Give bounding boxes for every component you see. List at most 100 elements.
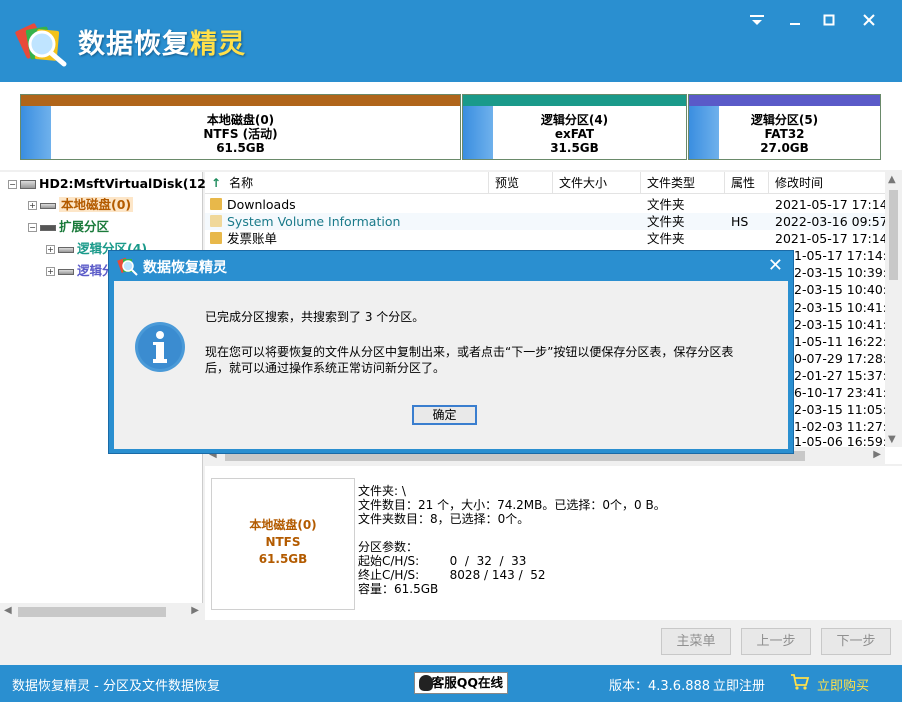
partition-logical-4[interactable]: 逻辑分区(4) exFAT 31.5GB <box>462 94 687 160</box>
menu-icon <box>750 15 764 25</box>
partition-text: 逻辑分区(4) exFAT 31.5GB <box>463 113 686 155</box>
scrollbar-thumb[interactable] <box>18 607 166 617</box>
file-list-header: ↑ 名称 预览 文件大小 文件类型 属性 修改时间 <box>205 172 885 194</box>
tree-horizontal-scrollbar[interactable]: ◀ ▶ <box>0 603 203 620</box>
info-capacity: 容量：61.5GB <box>358 582 439 596</box>
qq-support-button[interactable]: 客服QQ在线 <box>414 672 508 694</box>
info-panel: 本地磁盘(0) NTFS 61.5GB 文件夹: \ 文件数目：21 个，大小：… <box>205 466 902 620</box>
file-name: 发票账单 <box>227 231 278 246</box>
file-time: 2-03-15 10:40: <box>794 282 887 297</box>
dialog-message-line1: 已完成分区搜索，共搜索到了 3 个分区。 <box>205 310 425 324</box>
app-title-part2: 精灵 <box>190 29 246 60</box>
column-header-time[interactable]: 修改时间 <box>769 172 885 194</box>
partition-bar: 本地磁盘(0) NTFS (活动) 61.5GB 逻辑分区(4) exFAT 3… <box>0 82 902 170</box>
column-header-preview[interactable]: 预览 <box>489 172 553 194</box>
maximize-button[interactable] <box>818 10 840 32</box>
partition-fs: exFAT <box>554 127 595 141</box>
app-description: 数据恢复精灵 - 分区及文件数据恢复 <box>12 679 220 694</box>
dialog-title: 数据恢复精灵 <box>143 260 227 276</box>
file-time: 1-05-17 17:14: <box>794 248 887 263</box>
main-menu-button[interactable]: 主菜单 <box>661 628 731 655</box>
file-time: 2-03-15 10:39: <box>794 265 887 280</box>
app-title: 数据恢复精灵 <box>78 22 246 61</box>
column-header-size[interactable]: 文件大小 <box>553 172 641 194</box>
column-header-name[interactable]: ↑ 名称 <box>205 172 489 194</box>
file-type: 文件夹 <box>647 231 685 246</box>
dialog-logo-icon <box>117 257 138 276</box>
thumb-size: 61.5GB <box>258 552 308 566</box>
dialog-message-line3: 后，就可以通过操作系统正常访问新分区了。 <box>205 361 446 375</box>
column-header-attr[interactable]: 属性 <box>725 172 769 194</box>
up-arrow-icon[interactable]: ↑ <box>211 176 221 190</box>
menu-button[interactable] <box>746 10 768 32</box>
column-name-label: 名称 <box>229 176 254 190</box>
scroll-right-icon[interactable]: ▶ <box>873 449 881 460</box>
thumb-fs: NTFS <box>265 535 301 549</box>
close-icon <box>863 14 875 26</box>
partition-name: 本地磁盘(0) <box>206 113 275 127</box>
partition-text: 本地磁盘(0) NTFS (活动) 61.5GB <box>21 113 460 155</box>
previous-step-button[interactable]: 上一步 <box>741 628 811 655</box>
partition-name: 逻辑分区(4) <box>540 113 609 127</box>
partition-color-strip <box>21 95 460 106</box>
column-header-type[interactable]: 文件类型 <box>641 172 725 194</box>
file-time: 1-02-03 11:27: <box>794 419 887 434</box>
tree-item-local-disk[interactable]: + 本地磁盘(0) <box>28 195 134 215</box>
minimize-button[interactable] <box>784 10 806 32</box>
buy-now-link[interactable]: 立即购买 <box>817 675 869 694</box>
dialog-body: 已完成分区搜索，共搜索到了 3 个分区。 现在您可以将要恢复的文件从分区中复制出… <box>114 281 788 449</box>
tree-item-extended-label: 扩展分区 <box>59 219 110 234</box>
dialog-close-icon[interactable]: ✕ <box>768 255 783 276</box>
file-time: 1-05-11 16:22: <box>794 334 887 349</box>
ok-button[interactable]: 确定 <box>412 405 477 425</box>
register-link[interactable]: 立即注册 <box>713 675 765 694</box>
file-time: 2021-05-17 17:14: <box>775 197 885 212</box>
tree-item-disk[interactable]: − HD2:MsftVirtualDisk(12 <box>8 174 206 194</box>
tree-item-extended[interactable]: − 扩展分区 <box>28 217 109 237</box>
collapse-icon[interactable]: − <box>8 180 17 189</box>
partition-fs: FAT32 <box>764 127 805 141</box>
expand-icon[interactable]: + <box>46 267 55 276</box>
file-name-cell: 发票账单 <box>210 230 277 247</box>
file-time: 6-10-17 23:41: <box>794 385 887 400</box>
extended-partition-icon <box>40 224 56 231</box>
scrollbar-thumb[interactable] <box>889 190 898 280</box>
column-preview-label: 预览 <box>495 176 520 190</box>
close-button[interactable] <box>858 10 880 32</box>
file-type: 文件夹 <box>647 197 685 212</box>
file-name-cell: System Volume Information <box>210 213 400 230</box>
partition-name: 逻辑分区(5) <box>750 113 819 127</box>
partition-local-disk-0[interactable]: 本地磁盘(0) NTFS (活动) 61.5GB <box>20 94 461 160</box>
search-complete-dialog: 数据恢复精灵 ✕ 已完成分区搜索，共搜索到了 3 个分区。 现在您可以将要恢复的… <box>108 250 794 454</box>
scroll-up-icon[interactable]: ▲ <box>888 174 896 185</box>
app-logo-icon <box>15 23 67 67</box>
file-row[interactable]: System Volume Information 文件夹 HS 2022-03… <box>205 213 885 230</box>
partition-color-strip <box>463 95 686 106</box>
file-attr: HS <box>731 214 749 229</box>
thumb-name: 本地磁盘(0) <box>249 518 317 532</box>
expand-icon[interactable]: + <box>28 201 37 210</box>
partition-size: 27.0GB <box>760 141 809 155</box>
partition-size: 61.5GB <box>216 141 265 155</box>
shopping-cart-icon[interactable] <box>790 673 810 695</box>
expand-icon[interactable]: + <box>46 245 55 254</box>
version-label: 版本：4.3.6.888 <box>609 679 711 694</box>
partition-logical-5[interactable]: 逻辑分区(5) FAT32 27.0GB <box>688 94 881 160</box>
partition-size: 31.5GB <box>550 141 599 155</box>
file-time: 2-01-27 15:37: <box>794 368 887 383</box>
info-icon <box>135 322 185 372</box>
file-row[interactable]: Downloads 文件夹 2021-05-17 17:14: <box>205 196 885 213</box>
file-time: 2022-03-16 09:57: <box>775 214 885 229</box>
next-step-button[interactable]: 下一步 <box>821 628 891 655</box>
hard-disk-icon <box>20 180 36 189</box>
file-list-vertical-scrollbar[interactable]: ▲ ▼ <box>885 172 902 447</box>
file-row[interactable]: 发票账单 文件夹 2021-05-17 17:14: <box>205 230 885 247</box>
column-type-label: 文件类型 <box>647 176 696 190</box>
file-time: 2-03-15 10:41: <box>794 300 887 315</box>
column-size-label: 文件大小 <box>559 176 608 190</box>
scroll-down-icon[interactable]: ▼ <box>888 434 896 445</box>
scroll-right-icon[interactable]: ▶ <box>191 605 199 616</box>
scroll-left-icon[interactable]: ◀ <box>4 605 12 616</box>
collapse-icon[interactable]: − <box>28 223 37 232</box>
folder-icon <box>210 215 222 227</box>
